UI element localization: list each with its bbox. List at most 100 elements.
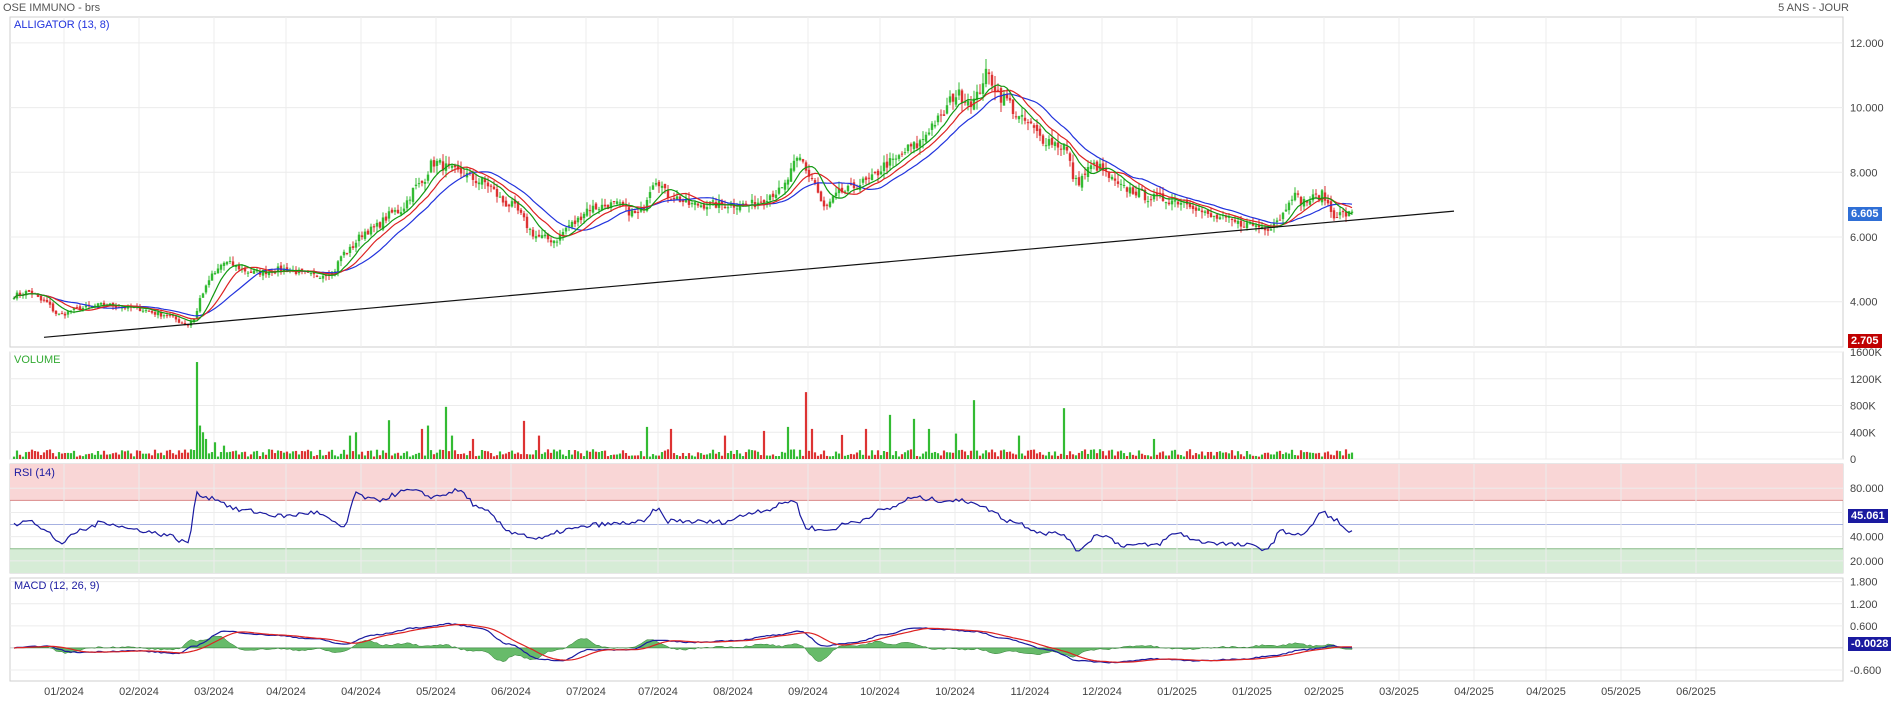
volume-bar (465, 455, 469, 459)
candle-body (924, 134, 928, 142)
volume-bar (1185, 451, 1189, 459)
volume-bar (222, 445, 226, 459)
volume-bar (870, 450, 874, 459)
candle-body (798, 157, 802, 160)
candle-body (405, 200, 409, 209)
volume-bar (471, 438, 475, 459)
volume-bar (939, 455, 943, 459)
candle-body (63, 313, 67, 316)
volume-bar (582, 456, 586, 459)
volume-bar (891, 455, 895, 459)
alligator-label: ALLIGATOR (13, 8) (14, 19, 110, 31)
candle-body (201, 293, 205, 298)
volume-bar (897, 456, 901, 459)
candle-body (507, 204, 511, 207)
volume-bar (1296, 455, 1300, 459)
candle-body (342, 251, 346, 256)
volume-bar (1143, 455, 1147, 459)
volume-bar (30, 449, 34, 459)
volume-bar (744, 452, 748, 459)
volume-bar (1077, 452, 1081, 459)
candle-body (657, 181, 661, 187)
volume-bar (1302, 452, 1306, 459)
x-tick-label: 01/2025 (1232, 686, 1272, 698)
volume-bar (1122, 453, 1126, 459)
x-tick-label: 04/2024 (341, 686, 381, 698)
volume-bar (1248, 454, 1252, 459)
candle-body (1326, 199, 1330, 204)
candle-body (141, 310, 145, 312)
candle-body (12, 297, 16, 299)
volume-bar (1017, 435, 1021, 459)
volume-bar (693, 456, 697, 459)
volume-bar (756, 451, 760, 459)
stock-chart: 01/2024 02/2024 03/2024 04/2024 04/2024 05/20… (9, 16, 1884, 698)
candle-body (1071, 162, 1075, 180)
volume-bar (990, 449, 994, 459)
volume-bar (591, 449, 595, 459)
volume-bar (747, 449, 751, 459)
candle-body (1194, 207, 1198, 211)
candle-body (1197, 208, 1201, 211)
candle-body (1119, 183, 1123, 185)
volume-bar (777, 456, 781, 459)
period-label: 5 ANS - JOUR (1778, 2, 1849, 14)
volume-bar (597, 452, 601, 459)
volume-bar (723, 435, 727, 459)
candle-body (1068, 153, 1072, 161)
volume-bar (873, 454, 877, 459)
candle-body (1044, 145, 1048, 147)
volume-bar (60, 453, 64, 459)
volume-bar (510, 450, 514, 459)
volume-bar (714, 453, 718, 459)
volume-bar (570, 454, 574, 459)
candle-body (1332, 210, 1336, 219)
instrument-title: OSE IMMUNO - brs (3, 2, 101, 14)
volume-bar (69, 453, 73, 459)
candle-body (804, 162, 808, 171)
candle-body (630, 210, 634, 217)
volume-bar (810, 428, 814, 459)
volume-bar (783, 452, 787, 459)
candle-body (711, 200, 715, 202)
volume-bar (1092, 449, 1096, 459)
volume-bar (1011, 453, 1015, 459)
candle-body (339, 256, 343, 262)
volume-bar (372, 456, 376, 459)
volume-bar (528, 454, 532, 459)
candle-body (1083, 173, 1087, 175)
candle-body (1167, 202, 1171, 205)
candle-body (912, 142, 916, 150)
candle-body (309, 273, 313, 275)
volume-bar (96, 451, 100, 459)
volume-bar (1116, 451, 1120, 459)
volume-bar (852, 454, 856, 459)
candle-body (210, 273, 214, 281)
volume-bar (1008, 451, 1012, 459)
candle-body (1014, 116, 1018, 118)
candle-body (204, 285, 208, 293)
candle-body (492, 186, 496, 190)
candle-body (399, 212, 403, 215)
volume-bar (1170, 450, 1174, 459)
candle-body (822, 200, 826, 207)
x-tick-label: 09/2024 (788, 686, 828, 698)
volume-bar (1083, 449, 1087, 459)
volume-bar (447, 451, 451, 459)
candle-body (1170, 200, 1174, 205)
volume-bar (1173, 449, 1177, 459)
volume-bar (1020, 453, 1024, 459)
price-y-tick: 4.000 (1850, 297, 1878, 309)
volume-bar (345, 454, 349, 459)
volume-bar (336, 456, 340, 459)
volume-bar (1260, 454, 1264, 459)
volume-bar (369, 450, 373, 459)
volume-bar (354, 432, 358, 459)
volume-bar (411, 455, 415, 459)
volume-bar (51, 453, 55, 459)
volume-bar (1317, 452, 1321, 459)
candle-body (750, 199, 754, 204)
candle-body (222, 262, 226, 266)
volume-bar (183, 449, 187, 459)
volume-bar (18, 454, 22, 459)
